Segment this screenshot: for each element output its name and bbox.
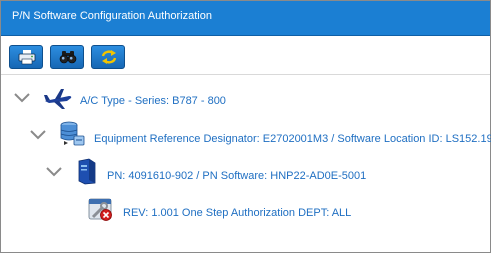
tree-node-revision[interactable]: REV: 1.001 One Step Authorization DEPT: … [1, 198, 490, 225]
tree-node-equipment[interactable]: Equipment Reference Designator: E2702001… [1, 121, 491, 150]
chevron-down-icon[interactable] [29, 128, 47, 146]
node-label-part-number[interactable]: PN: 4091610-902 / PN Software: HNP22-AD0… [107, 170, 366, 182]
part-number-box-icon [75, 157, 99, 190]
airplane-icon [43, 87, 73, 116]
refresh-button[interactable] [91, 45, 125, 69]
find-button[interactable] [50, 45, 84, 69]
node-label-equipment[interactable]: Equipment Reference Designator: E2702001… [94, 133, 491, 145]
configuration-tree: A/C Type - Series: B787 - 800 Equipment … [1, 75, 491, 252]
authorization-window: P/N Software Configuration Authorization [0, 0, 491, 253]
title-bar: P/N Software Configuration Authorization [1, 1, 490, 36]
toolbar [1, 36, 490, 75]
window-title: P/N Software Configuration Authorization [12, 10, 212, 22]
tree-node-ac-type[interactable]: A/C Type - Series: B787 - 800 [1, 89, 490, 113]
node-label-ac-type[interactable]: A/C Type - Series: B787 - 800 [80, 95, 226, 107]
node-label-revision[interactable]: REV: 1.001 One Step Authorization DEPT: … [123, 207, 351, 219]
database-equipment-icon [58, 120, 86, 153]
chevron-down-icon[interactable] [45, 165, 63, 183]
print-button[interactable] [9, 45, 43, 69]
chevron-down-icon[interactable] [13, 91, 31, 109]
revision-tools-icon [87, 195, 115, 228]
tree-node-part-number[interactable]: PN: 4091610-902 / PN Software: HNP22-AD0… [1, 158, 490, 187]
